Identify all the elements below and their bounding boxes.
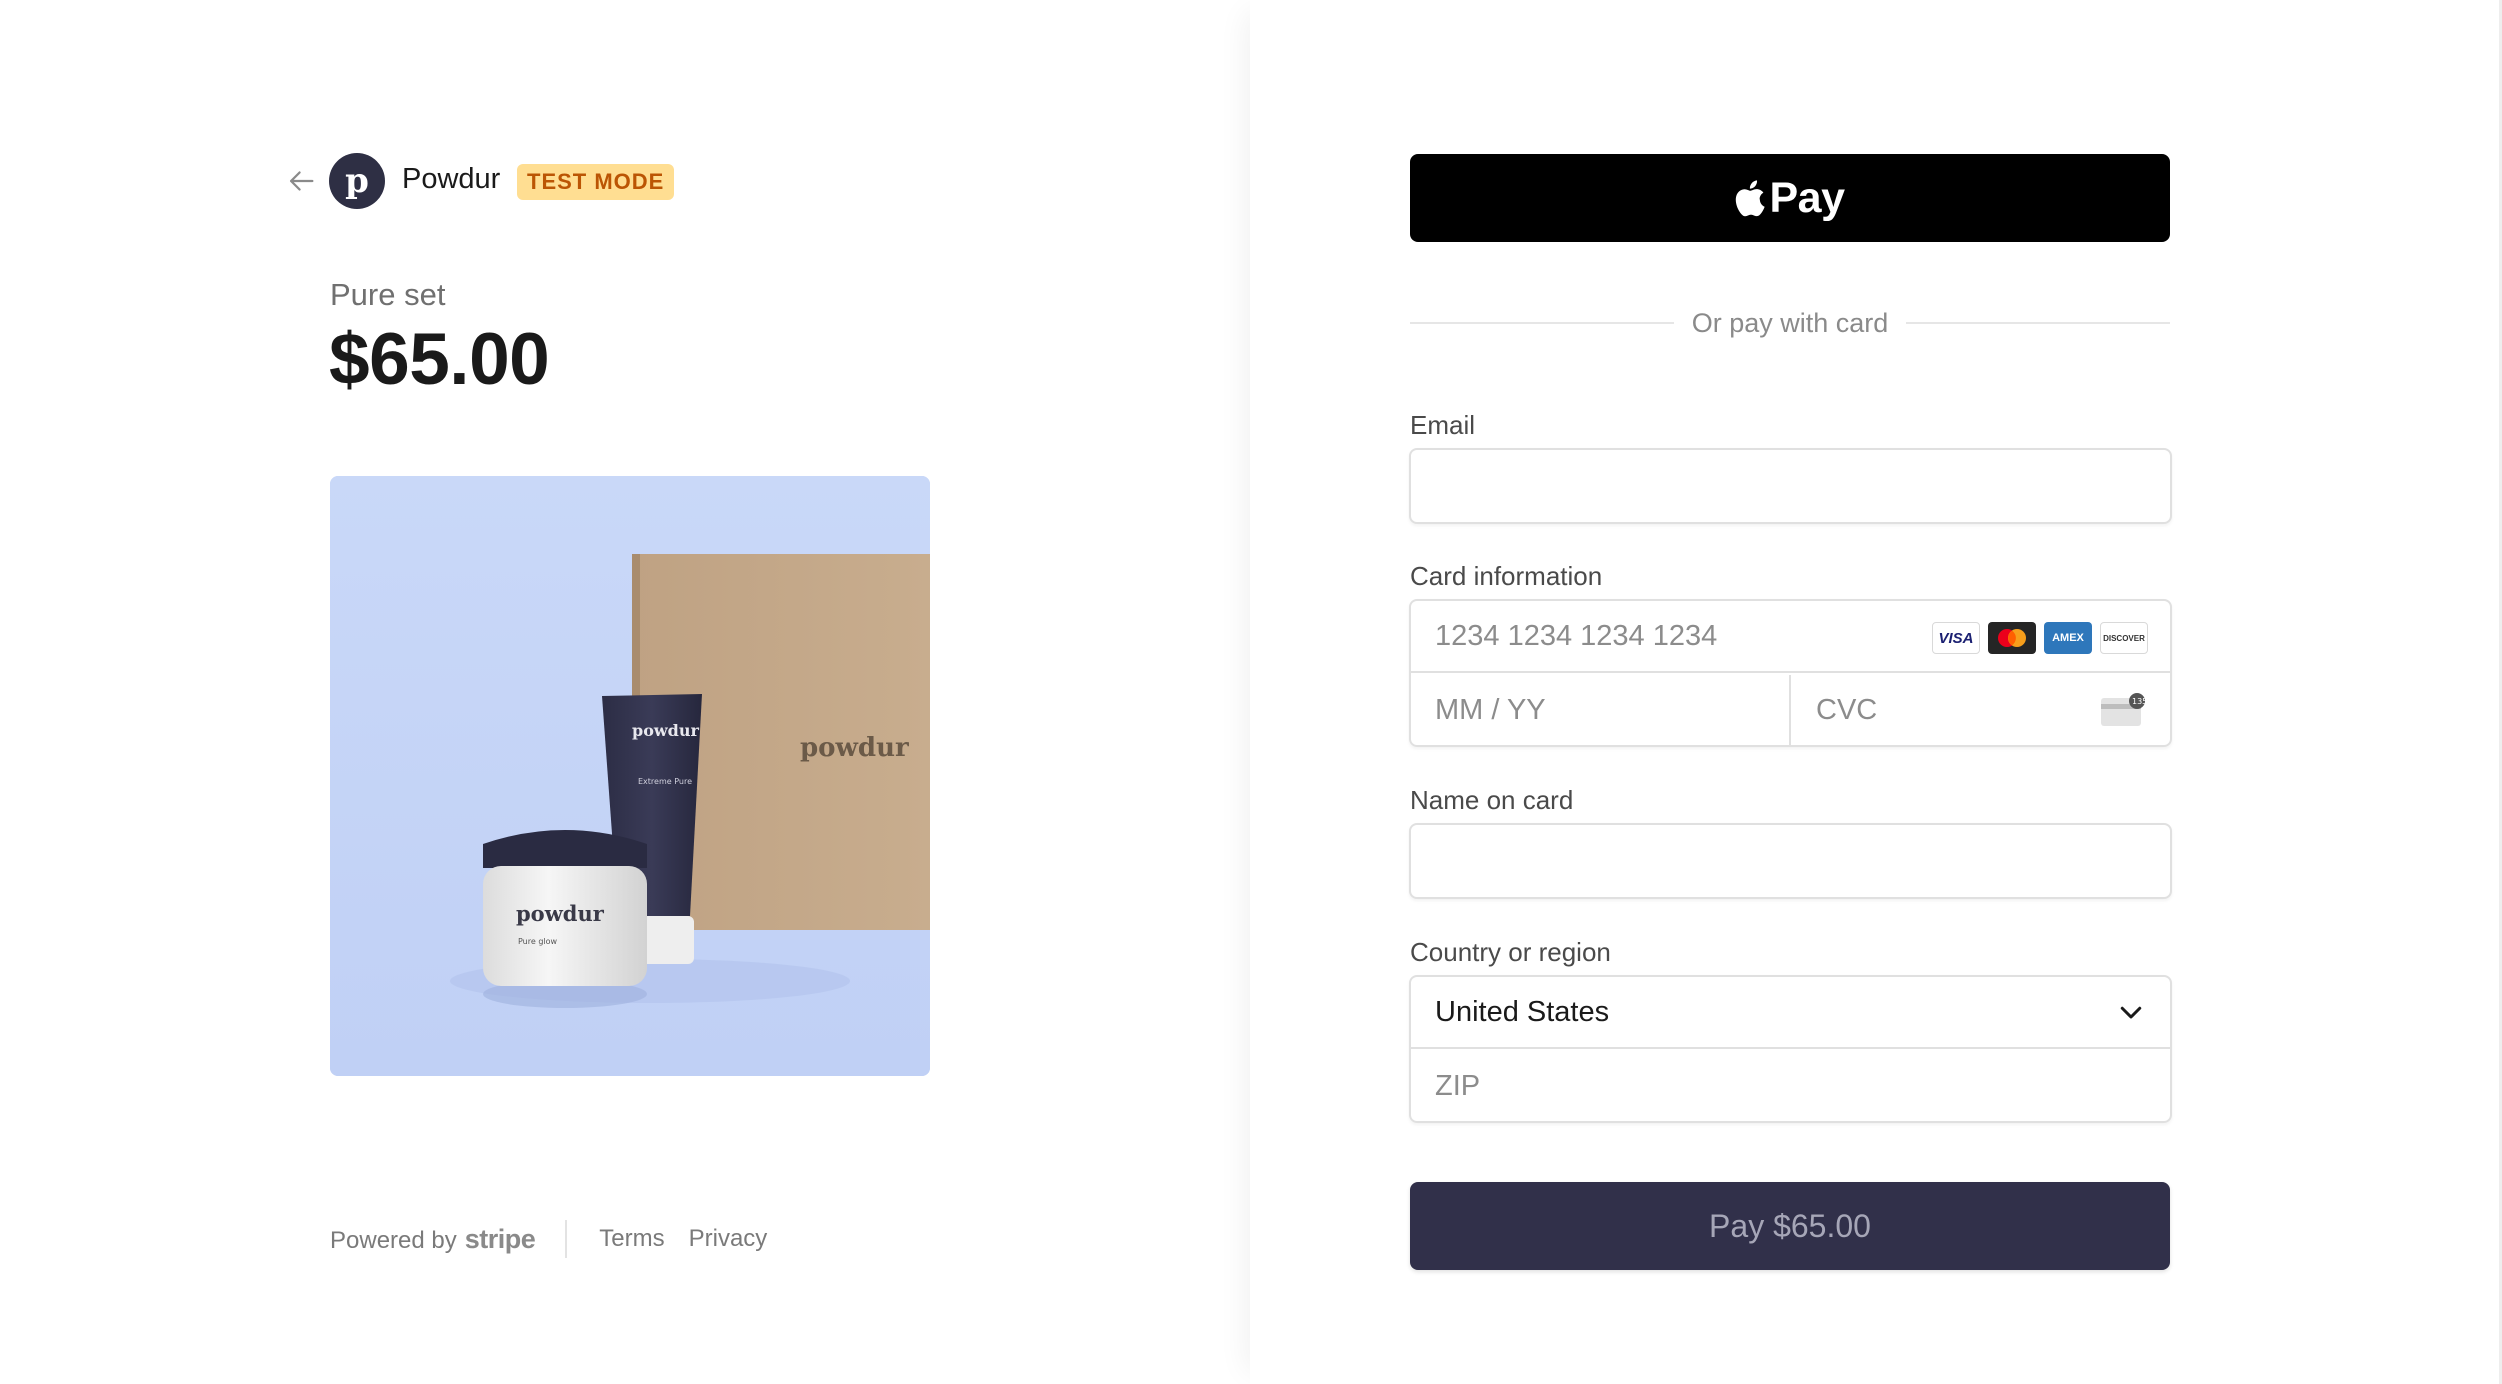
footer: Powered by stripe Terms Privacy: [330, 1220, 791, 1258]
divider-line-right: [1906, 322, 2171, 324]
privacy-link[interactable]: Privacy: [689, 1225, 768, 1253]
cvc-card-icon: 135: [2101, 693, 2146, 726]
stripe-logo: stripe: [464, 1223, 536, 1254]
powered-by-stripe[interactable]: Powered by stripe: [330, 1223, 536, 1255]
email-field[interactable]: [1411, 450, 2170, 522]
powered-by-label: Powered by: [330, 1226, 457, 1254]
card-information-label: Card information: [1410, 561, 1603, 591]
amex-icon: AMEX: [2044, 622, 2092, 654]
visa-icon: VISA: [1932, 622, 1980, 654]
name-on-card-field[interactable]: [1411, 825, 2170, 897]
or-divider: Or pay with card: [1410, 306, 2171, 340]
chevron-down-icon: [2120, 1006, 2142, 1019]
country-select[interactable]: United States: [1411, 977, 2170, 1049]
product-price: $65.00: [329, 319, 550, 400]
product-image: powdur powdur Extreme Pure powdur Pure g…: [330, 476, 930, 1076]
card-brands: VISA AMEX DISCOVER: [1932, 622, 2148, 654]
country-value: United States: [1435, 995, 1610, 1028]
merchant-name: Powdur: [402, 163, 501, 195]
mastercard-icon: [1988, 622, 2036, 654]
test-mode-badge: TEST MODE: [517, 164, 675, 200]
jar-brand-text: powdur: [516, 901, 605, 926]
or-pay-with-card-text: Or pay with card: [1691, 307, 1889, 338]
box-brand-text: powdur: [800, 733, 909, 763]
footer-divider: [565, 1220, 568, 1258]
name-on-card-label: Name on card: [1410, 785, 1574, 815]
tube-brand-text: powdur: [632, 721, 699, 740]
svg-text:135: 135: [2132, 697, 2146, 706]
country-label: Country or region: [1410, 937, 1611, 967]
country-zip-group: United States: [1409, 975, 2172, 1123]
email-label: Email: [1410, 410, 1476, 440]
zip-input[interactable]: [1411, 1051, 2170, 1121]
card-number-wrapper: VISA AMEX DISCOVER: [1411, 601, 2170, 673]
name-field-wrapper: [1409, 823, 2172, 899]
product-illustration: powdur powdur Extreme Pure powdur Pure g…: [330, 476, 930, 1076]
merchant-avatar: p: [329, 153, 385, 209]
card-information-group: VISA AMEX DISCOVER 135: [1409, 599, 2172, 747]
divider-line-left: [1410, 322, 1674, 324]
zip-wrapper: [1411, 1051, 2170, 1121]
apple-pay-button[interactable]: Pay: [1410, 154, 2170, 242]
apple-logo-icon: [1736, 180, 1766, 217]
discover-icon: DISCOVER: [2100, 622, 2148, 654]
email-field-wrapper: [1409, 448, 2172, 524]
back-arrow-icon[interactable]: [284, 164, 318, 198]
product-name: Pure set: [330, 277, 446, 312]
order-summary-panel: p Powdur TEST MODE Pure set $65.00 powdu…: [0, 0, 1250, 1384]
terms-link[interactable]: Terms: [599, 1225, 664, 1253]
tube-name-text: Extreme Pure: [638, 777, 692, 786]
apple-pay-label: Pay: [1769, 173, 1845, 222]
expiry-input[interactable]: [1411, 675, 1789, 745]
pay-button[interactable]: Pay $65.00: [1410, 1182, 2170, 1270]
cvc-wrapper: 135: [1792, 675, 2170, 745]
jar-name-text: Pure glow: [518, 937, 558, 946]
expiry-wrapper: [1411, 675, 1791, 745]
